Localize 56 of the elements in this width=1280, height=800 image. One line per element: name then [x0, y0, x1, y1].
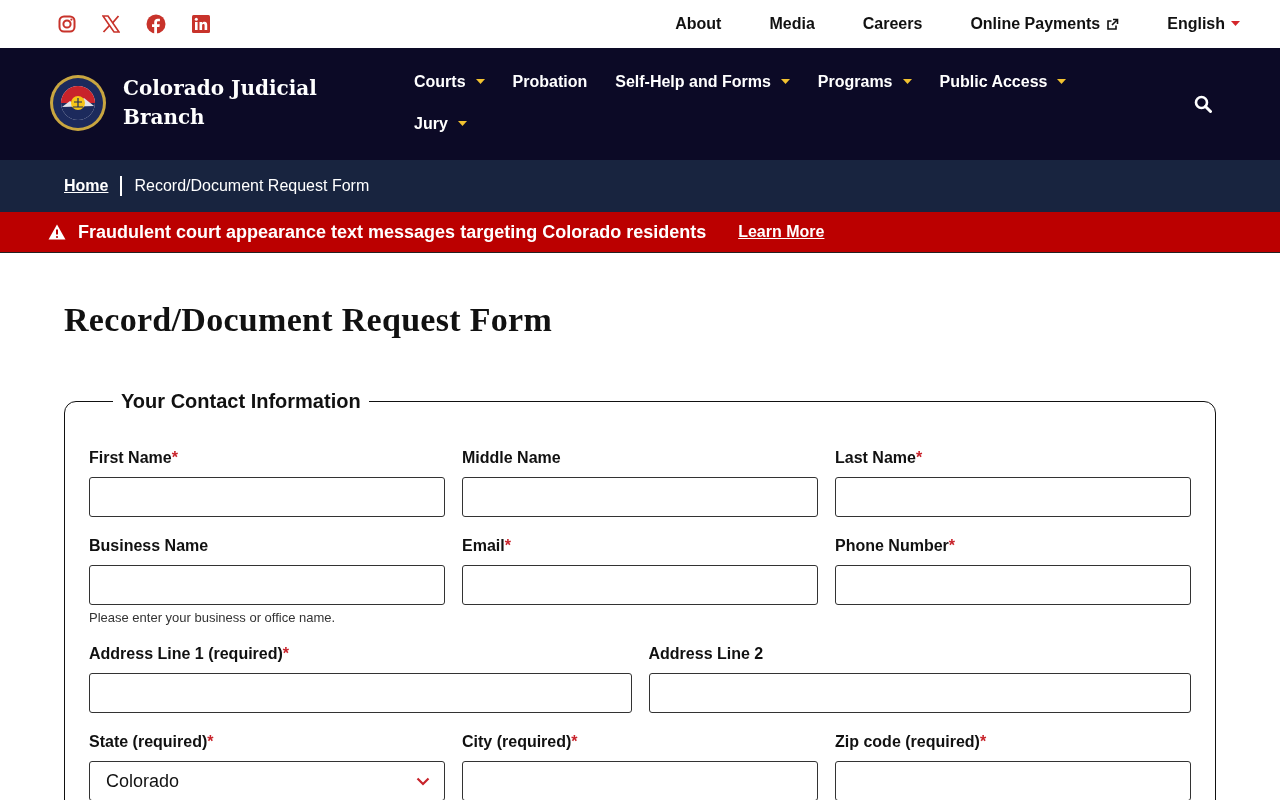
field-label: State (required)* [89, 733, 215, 751]
field-label: Address Line 2 [648, 645, 765, 663]
search-icon[interactable] [1194, 95, 1212, 113]
text-field[interactable] [835, 477, 1191, 517]
utility-link[interactable]: Online Payments [970, 15, 1120, 33]
utility-link[interactable]: About [675, 15, 722, 33]
text-field[interactable] [89, 565, 445, 605]
caret-icon [1231, 21, 1240, 27]
breadcrumb-current: Record/Document Request Form [134, 177, 370, 195]
field-label: Phone Number* [835, 537, 957, 555]
facebook-icon[interactable] [146, 14, 166, 34]
field-label: City (required)* [462, 733, 579, 751]
caret-icon [457, 121, 467, 127]
text-field[interactable] [648, 673, 1191, 713]
caret-icon [780, 79, 790, 85]
text-field[interactable] [462, 477, 818, 517]
linkedin-icon[interactable] [192, 15, 210, 33]
help-text: Please enter your business or office name. [89, 610, 337, 625]
text-field[interactable] [835, 565, 1191, 605]
field-label: Address Line 1 (required)* [89, 645, 291, 663]
nav-link[interactable]: Probation [512, 72, 588, 92]
breadcrumb-link[interactable]: Home [64, 177, 109, 195]
state-dropdown[interactable]: Colorado [89, 761, 445, 800]
caret-icon [1057, 79, 1067, 85]
site-title[interactable]: Colorado Judicial Branch [123, 74, 323, 132]
text-field[interactable] [835, 761, 1191, 800]
chevron-icon [416, 776, 430, 786]
field-label: Zip code (required)* [835, 733, 988, 751]
utility-link[interactable]: Media [769, 15, 815, 33]
nav-link[interactable]: Public Access [939, 72, 1067, 92]
section-legend: Your Contact Information [113, 390, 369, 413]
field-label: Email* [462, 537, 512, 555]
text-field[interactable] [462, 565, 818, 605]
learn-more-link[interactable]: Learn More [738, 223, 825, 241]
instagram-icon[interactable] [58, 15, 76, 33]
text-field[interactable] [89, 673, 632, 713]
field-label: Business Name [89, 537, 210, 555]
text-field[interactable] [89, 477, 445, 517]
field-label: Middle Name [462, 449, 562, 467]
nav-link[interactable]: Self-Help and Forms [615, 72, 790, 92]
nav-link[interactable]: Courts [414, 72, 485, 92]
nav-link[interactable]: Jury [414, 114, 467, 134]
warning-icon [48, 224, 66, 240]
text-field[interactable] [462, 761, 818, 800]
field-label: Last Name* [835, 449, 924, 467]
caret-icon [902, 79, 912, 85]
page-title: Record/Document Request Form [64, 301, 554, 339]
x-logo-icon[interactable] [102, 15, 120, 33]
caret-icon [475, 79, 485, 85]
utility-link[interactable]: English [1167, 15, 1240, 33]
external-link-icon [1106, 17, 1120, 31]
field-label: First Name* [89, 449, 179, 467]
nav-link[interactable]: Programs [817, 72, 912, 92]
alert-message: Fraudulent court appearance text messages targeting Colorado residents [78, 221, 707, 243]
utility-link[interactable]: Careers [862, 15, 923, 33]
seal-logo[interactable] [49, 74, 107, 132]
